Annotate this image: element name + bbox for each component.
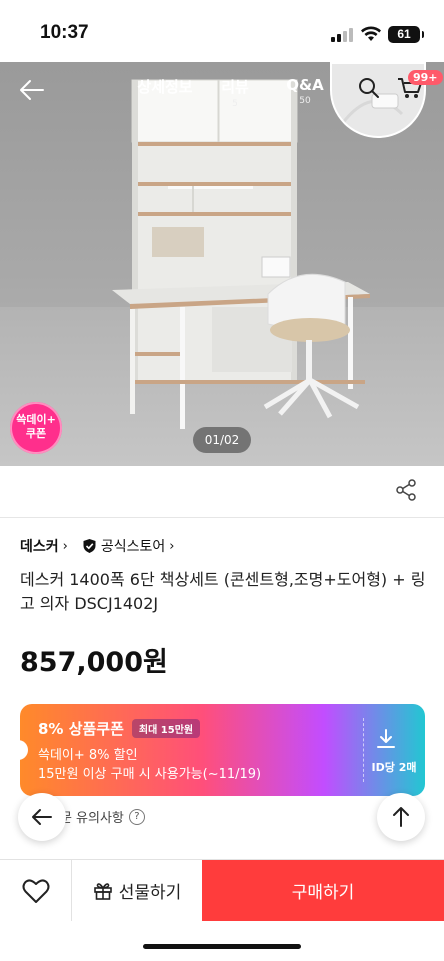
tab-review[interactable]: 리뷰 5: [200, 76, 270, 109]
wishlist-button[interactable]: [0, 860, 72, 921]
coupon-banner[interactable]: 8% 상품쿠폰 최대 15만원 쓱데이+ 8% 할인 15만원 이상 구매 시 …: [12, 704, 425, 796]
tab-detail-info-label: 상세정보: [137, 78, 193, 96]
tab-review-count: 5: [232, 99, 238, 109]
tab-qna-label: Q&A: [286, 76, 324, 94]
product-title: 데스커 1400폭 6단 책상세트 (콘센트형,조명+도어형) + 링고 의자 …: [20, 570, 426, 613]
section-divider: [0, 517, 444, 518]
arrow-left-icon: [32, 809, 52, 825]
gift-icon: [93, 882, 112, 900]
search-icon[interactable]: [357, 76, 381, 100]
floating-back-button[interactable]: [18, 793, 66, 841]
gift-button-label: 선물하기: [118, 883, 182, 903]
brand-row: 데스커 › 공식스토어 ›: [20, 536, 188, 556]
sticker-line1: 쓱데이+: [16, 413, 56, 426]
heart-icon: [22, 879, 50, 903]
chevron-right-icon: ›: [169, 538, 175, 554]
back-arrow-icon[interactable]: [16, 74, 48, 106]
gift-button[interactable]: 선물하기: [72, 860, 202, 921]
tab-review-label: 리뷰: [221, 78, 249, 96]
arrow-up-icon: [393, 807, 409, 827]
brand-link[interactable]: 데스커: [20, 536, 59, 556]
coupon-title: 8% 상품쿠폰: [38, 720, 124, 738]
product-image-gallery[interactable]: 상세정보 리뷰 5 Q&A 50 99+ 쓱데이+ 쿠폰 01/02: [0, 62, 444, 466]
buy-button[interactable]: 구매하기: [202, 860, 444, 921]
wifi-icon: [361, 26, 381, 41]
coupon-condition-text: 15만원 이상 구매 시 사용가능(~11/19): [38, 767, 262, 782]
bottom-action-bar: 선물하기 구매하기: [0, 859, 444, 921]
share-icon[interactable]: [395, 479, 417, 501]
help-icon[interactable]: ?: [128, 808, 145, 825]
gallery-page-indicator: 01/02: [193, 427, 251, 453]
download-icon[interactable]: [375, 728, 397, 750]
product-price: 857,000원: [20, 647, 168, 678]
status-time: 10:37: [40, 22, 89, 43]
home-indicator: [143, 944, 301, 949]
battery-indicator: 61: [388, 26, 424, 43]
coupon-limit: ID당 2매: [371, 761, 417, 774]
sticker-line2: 쿠폰: [25, 427, 47, 440]
buy-button-label: 구매하기: [291, 883, 355, 903]
scroll-to-top-button[interactable]: [377, 793, 425, 841]
coupon-day-sticker: 쓱데이+ 쿠폰: [10, 402, 62, 454]
shield-check-icon: [83, 539, 96, 553]
chevron-right-icon: ›: [62, 538, 68, 554]
status-bar: 10:37 61: [0, 0, 444, 62]
tab-detail-info[interactable]: 상세정보: [130, 76, 200, 109]
coupon-max-badge: 최대 15만원: [131, 719, 201, 738]
coupon-notch: [12, 740, 28, 760]
coupon-header: 8% 상품쿠폰 최대 15만원: [38, 718, 201, 739]
official-store-link[interactable]: 공식스토어: [101, 536, 165, 556]
coupon-discount-text: 쓱데이+ 8% 할인: [38, 748, 138, 763]
cart-count-badge: 99+: [408, 70, 443, 85]
tab-qna-count: 50: [299, 96, 311, 106]
detail-tabs: 상세정보 리뷰 5 Q&A 50: [130, 76, 340, 109]
cellular-signal-icon: [331, 28, 353, 42]
